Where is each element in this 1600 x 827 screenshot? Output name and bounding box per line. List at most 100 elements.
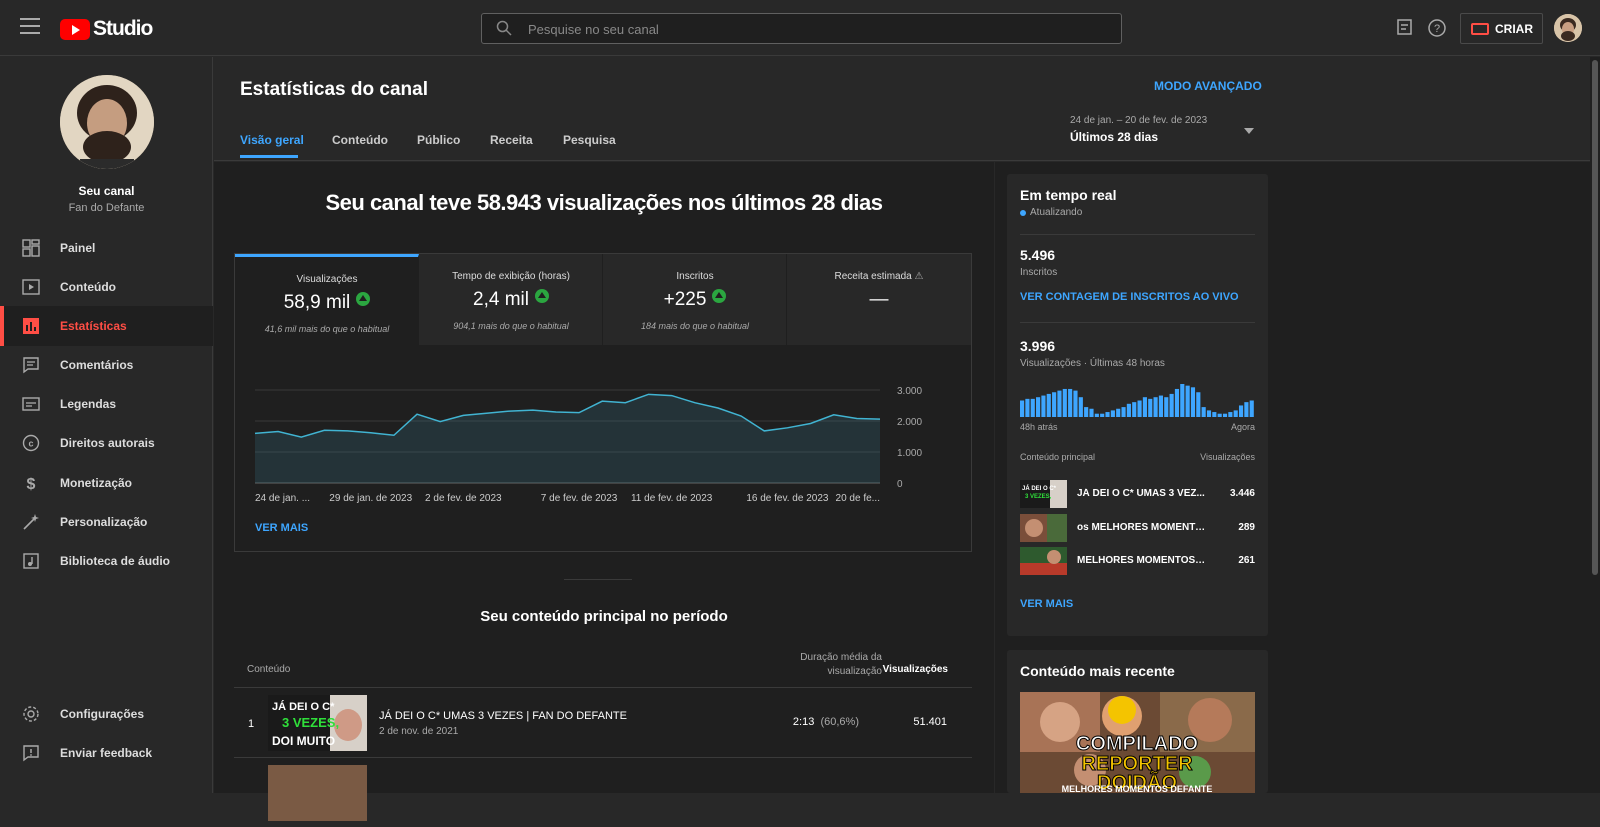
realtime-bar[interactable] [1100,413,1105,417]
realtime-bar[interactable] [1153,397,1158,417]
create-button[interactable]: CRIAR [1460,13,1543,44]
realtime-bar[interactable] [1084,407,1089,417]
tab-receita[interactable]: Receita [490,133,533,147]
realtime-bar[interactable] [1222,413,1228,417]
realtime-bar[interactable] [1078,397,1083,417]
realtime-bar[interactable] [1073,390,1078,417]
chart-y-tick-label: 2.000 [897,417,922,428]
tab-conteudo[interactable]: Conteúdo [332,133,388,147]
realtime-bar[interactable] [1126,403,1131,417]
realtime-bar[interactable] [1206,410,1212,417]
realtime-bar[interactable] [1180,384,1185,417]
realtime-bar[interactable] [1020,400,1025,418]
realtime-bar[interactable] [1201,407,1206,417]
help-icon[interactable]: ? [1427,18,1447,38]
col-header-views[interactable]: Visualizações [868,664,948,675]
live-subs-link[interactable]: VER CONTAGEM DE INSCRITOS AO VIVO [1020,291,1239,303]
realtime-bar[interactable] [1137,400,1142,418]
realtime-bar[interactable] [1217,413,1222,417]
chevron-down-icon[interactable] [1244,128,1254,134]
search-input[interactable]: Pesquise no seu canal [481,13,1122,44]
realtime-bar[interactable] [1062,388,1067,417]
realtime-bar[interactable] [1046,393,1051,417]
video-title[interactable]: JÁ DEI O C* UMAS 3 VEZES | FAN DO DEFANT… [379,710,627,722]
realtime-bar[interactable] [1190,387,1196,417]
date-range-dates[interactable]: 24 de jan. – 20 de fev. de 2023 [1070,115,1207,126]
menu-icon[interactable] [20,18,40,38]
sidebar-item-enviar-feedback[interactable]: Enviar feedback [0,733,213,773]
realtime-bar[interactable] [1158,395,1163,417]
search-placeholder: Pesquise no seu canal [528,22,659,37]
realtime-bar[interactable] [1036,397,1041,417]
video-thumbnail[interactable] [268,765,367,821]
realtime-bar-chart [1020,384,1254,418]
tab-pesquisa[interactable]: Pesquisa [563,133,616,147]
realtime-bar[interactable] [1148,398,1153,417]
realtime-bar[interactable] [1121,407,1126,417]
realtime-bar[interactable] [1212,412,1217,417]
sidebar-item-personalizacao[interactable]: Personalização [0,502,213,542]
realtime-bar[interactable] [1132,402,1137,417]
sidebar-item-conteudo[interactable]: Conteúdo [0,267,213,307]
realtime-bar[interactable] [1025,398,1030,417]
realtime-see-more-link[interactable]: VER MAIS [1020,598,1073,610]
sidebar-item-monetizacao[interactable]: $ Monetização [0,463,213,503]
table-row[interactable] [234,757,972,827]
realtime-bar[interactable] [1185,385,1190,417]
realtime-bar[interactable] [1068,388,1073,417]
realtime-bar[interactable] [1142,397,1147,417]
realtime-item[interactable]: os MELHORES MOMENTO... 289 [1020,514,1255,542]
sidebar-item-comentarios[interactable]: Comentários [0,345,213,385]
account-avatar[interactable] [1554,14,1582,42]
realtime-bar[interactable] [1057,390,1062,417]
realtime-views-value: 3.996 [1020,338,1056,354]
sidebar-item-estatisticas[interactable]: Estatísticas [0,306,213,346]
metric-tab-views[interactable]: Visualizações 58,9 mil 41,6 mil mais do … [235,254,419,345]
tab-publico[interactable]: Público [417,133,460,147]
realtime-bar[interactable] [1089,408,1094,417]
realtime-bar[interactable] [1249,400,1254,418]
realtime-item[interactable]: JÁ DEI O C* 3 VEZES, JÁ DEI O C* UMAS 3 V… [1020,480,1255,508]
sidebar-item-direitos-autorais[interactable]: c Direitos autorais [0,423,213,463]
table-row[interactable]: 1 JÁ DEI O C* 3 VEZES, DOI MUITO JÁ DEI … [234,687,972,757]
sidebar-item-biblioteca-audio[interactable]: Biblioteca de áudio [0,541,213,581]
video-thumbnail[interactable]: JÁ DEI O C* 3 VEZES, DOI MUITO [268,695,367,751]
sidebar-item-label: Configurações [60,707,145,721]
realtime-bar[interactable] [1052,392,1057,417]
date-range-label[interactable]: Últimos 28 dias [1070,130,1158,144]
trend-up-icon [356,292,371,306]
realtime-bar[interactable] [1233,410,1238,417]
metric-tab-subscribers[interactable]: Inscritos +225 184 mais do que o habitua… [603,254,787,345]
channel-avatar[interactable] [60,75,154,169]
see-more-link[interactable]: VER MAIS [255,522,308,534]
sidebar-item-legendas[interactable]: Legendas [0,384,213,424]
tab-visao-geral[interactable]: Visão geral [240,133,304,147]
realtime-bar[interactable] [1169,393,1174,417]
sidebar-item-painel[interactable]: Painel [0,228,213,268]
youtube-logo-icon [60,18,90,40]
thumb-line-1: JÁ DEI O C* [1022,485,1057,492]
recent-video-thumbnail[interactable]: COMPILADO REPORTER DOIDÃO MELHORES MOMEN… [1020,692,1255,793]
realtime-bar[interactable] [1174,388,1180,417]
metric-tab-watch-time[interactable]: Tempo de exibição (horas) 2,4 mil 904,1 … [419,254,603,345]
realtime-bar[interactable] [1244,402,1249,417]
realtime-bar[interactable] [1041,395,1046,417]
realtime-bar[interactable] [1164,397,1169,417]
studio-logo[interactable]: Studio [60,17,153,41]
overview-headline: Seu canal teve 58.943 visualizações nos … [325,190,883,215]
messages-icon[interactable] [1395,18,1415,38]
realtime-bar[interactable] [1105,412,1110,417]
realtime-bar[interactable] [1030,398,1035,417]
realtime-item[interactable]: MELHORES MOMENTOS D... 261 [1020,547,1255,575]
trend-up-icon [712,289,727,303]
advanced-mode-button[interactable]: MODO AVANÇADO [1154,79,1262,93]
realtime-bar[interactable] [1228,412,1233,417]
scrollbar-thumb[interactable] [1592,60,1598,575]
realtime-bar[interactable] [1110,410,1115,417]
realtime-bar[interactable] [1094,413,1099,417]
realtime-bar[interactable] [1116,408,1121,417]
realtime-bar[interactable] [1238,405,1244,417]
realtime-bar[interactable] [1196,392,1201,417]
metric-tab-revenue[interactable]: Receita estimada ⚠ — [787,254,971,345]
sidebar-item-configuracoes[interactable]: Configurações [0,694,213,734]
